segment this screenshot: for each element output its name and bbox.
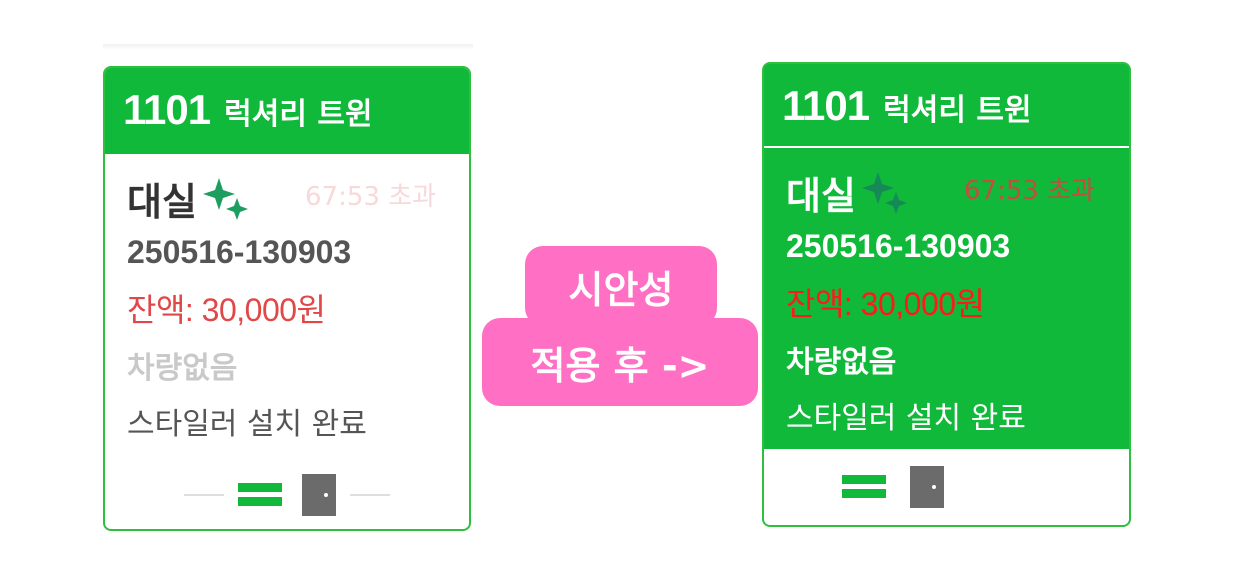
divider-left (184, 494, 224, 496)
room-card-header: 1101 럭셔리 트윈 (105, 68, 469, 154)
room-note: 스타일러 설치 완료 (127, 407, 367, 442)
door-icon[interactable] (302, 474, 336, 516)
top-shadow (103, 44, 473, 50)
balance: 잔액: 30,000원 (127, 292, 326, 328)
label-line2: 적용 후 -> (530, 343, 710, 388)
room-card-body: 대실 67:53 초과 250516-130903 잔액: 30,000원 차량… (764, 148, 1129, 452)
label-line1-bubble: 시안성 (525, 246, 717, 326)
label-line2-bubble: 적용 후 -> (482, 318, 758, 406)
card-icon[interactable] (842, 474, 886, 500)
label-line1: 시안성 (568, 267, 674, 312)
room-card-footer (105, 461, 469, 529)
door-icon[interactable] (910, 466, 944, 508)
sparkle-icon (202, 178, 248, 220)
room-number: 1101 (123, 86, 211, 133)
overtime-timer: 67:53 초과 (964, 176, 1096, 206)
contract-id: 250516-130903 (786, 228, 1011, 264)
contract-id: 250516-130903 (127, 234, 352, 270)
overtime-timer: 67:53 초과 (305, 182, 437, 212)
room-card-body: 대실 67:53 초과 250516-130903 잔액: 30,000원 차량… (105, 154, 469, 443)
card-icon[interactable] (238, 482, 282, 508)
room-type: 럭셔리 트윈 (224, 97, 373, 132)
divider-right (350, 494, 390, 496)
room-number: 1101 (782, 82, 870, 129)
room-card-header: 1101 럭셔리 트윈 (764, 64, 1129, 148)
vehicle-info: 차량없음 (786, 345, 897, 380)
balance: 잔액: 30,000원 (786, 286, 985, 322)
room-status: 대실 (786, 173, 856, 218)
room-type: 럭셔리 트윈 (883, 93, 1032, 128)
room-card-footer (764, 449, 1129, 525)
vehicle-info: 차량없음 (127, 351, 238, 386)
room-card-after[interactable]: 1101 럭셔리 트윈 대실 67:53 초과 250516-130903 잔액… (762, 62, 1131, 527)
sparkle-icon (861, 172, 907, 214)
room-status: 대실 (127, 179, 197, 224)
room-note: 스타일러 설치 완료 (786, 401, 1026, 436)
room-card-before[interactable]: 1101 럭셔리 트윈 대실 67:53 초과 250516-130903 잔액… (103, 66, 471, 531)
